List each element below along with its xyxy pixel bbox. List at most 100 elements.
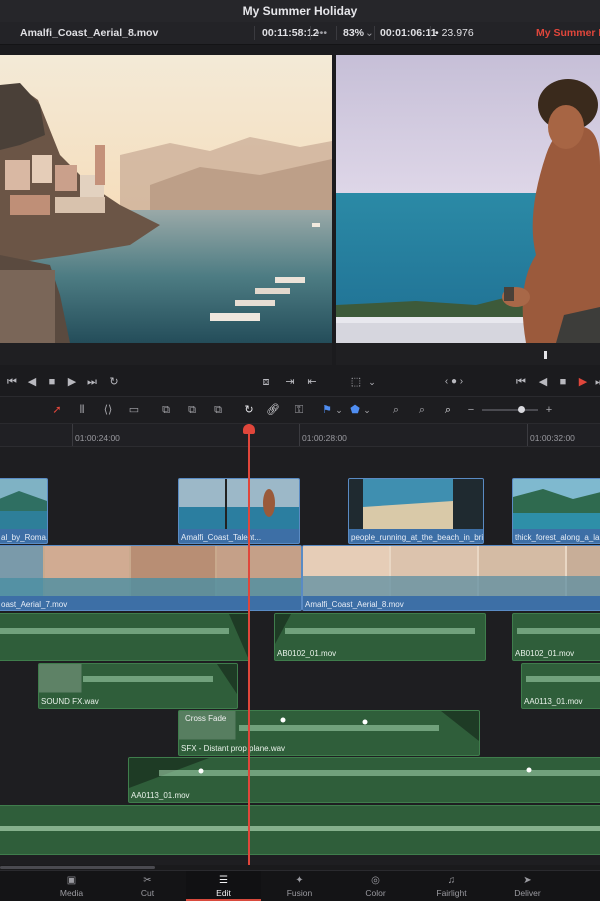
audio-clip[interactable]: AB0102_01.mov xyxy=(512,613,600,661)
insert-clip-icon[interactable]: ⧉ xyxy=(156,402,176,418)
reverse-button[interactable]: ◀ xyxy=(24,374,40,390)
zoom-custom-icon[interactable]: ⌕ xyxy=(438,402,458,418)
selection-tool-icon[interactable]: ➚ xyxy=(50,402,64,418)
clip-label: AA0113_01.mov xyxy=(524,697,583,706)
stop-button[interactable]: ■ xyxy=(555,374,571,390)
page-navigation: ▣ Media ✂ Cut ☰ Edit ✦ Fusion ◎ Color ♫ … xyxy=(0,870,600,901)
app-title: My Summer Holiday xyxy=(0,0,600,23)
next-clip-button[interactable]: ⏭ xyxy=(84,374,100,390)
playhead[interactable] xyxy=(248,424,250,865)
timeline-viewer[interactable] xyxy=(336,55,600,343)
play-button[interactable]: ▶ xyxy=(575,374,591,390)
video-clip[interactable]: thick_forest_along_a_lake_... xyxy=(512,478,600,544)
edit-icon: ☰ xyxy=(219,875,228,886)
audio-clip[interactable]: Cross Fade SFX - Distant prop plane.wav xyxy=(178,710,480,756)
page-deliver[interactable]: ➤ Deliver xyxy=(490,871,565,901)
edit-toolbar: ➚ ⫴ ⟨⟩ ▭ ⧉ ⧉ ⧉ ↻ 🔗︎ ⚿ ⚑ ⌄ ⬟ ⌄ ⌕ ⌕ ⌕ − + xyxy=(0,397,600,424)
playhead-handle[interactable] xyxy=(243,424,255,434)
audio-clip[interactable] xyxy=(0,805,600,855)
audio-clip[interactable]: AA0113_01.mov xyxy=(128,757,600,803)
trim-tool-icon[interactable]: ⫴ xyxy=(72,402,92,418)
audio-clip[interactable]: AA0113_01.mov xyxy=(521,663,600,709)
timeline-ruler[interactable]: 01:00:24:00 01:00:28:00 01:00:32:00 xyxy=(0,424,600,447)
prev-clip-button[interactable]: ⏮ xyxy=(513,374,529,390)
scrub-marker[interactable] xyxy=(544,351,547,359)
more-options-icon[interactable]: ••• xyxy=(316,22,327,44)
zoom-full-icon[interactable]: ⌕ xyxy=(386,402,406,418)
jog-control[interactable]: ‹ ● › xyxy=(436,374,472,390)
transport-controls: ⏮ ◀ ■ ▶ ⏭ ↻ ⧈ ⇥ ⇤ ⬚ ⌄ ‹ ● › ⏮ ◀ ■ ▶ ⏭ xyxy=(0,368,600,397)
page-fusion[interactable]: ✦ Fusion xyxy=(262,871,337,901)
cross-fade-label[interactable]: Cross Fade xyxy=(185,714,226,723)
media-icon: ▣ xyxy=(66,875,77,886)
zoom-out-icon[interactable]: − xyxy=(466,402,476,418)
page-media[interactable]: ▣ Media xyxy=(34,871,109,901)
clip-label: SFX - Distant prop plane.wav xyxy=(181,744,286,753)
video-clip[interactable]: al_by_Roma... xyxy=(0,478,48,544)
clip-label: Amalfi_Coast_Aerial_8.mov xyxy=(305,600,404,609)
page-color[interactable]: ◎ Color xyxy=(338,871,413,901)
lock-icon[interactable]: ⚿ xyxy=(290,402,308,418)
zoom-level[interactable]: 83% xyxy=(343,22,364,44)
viewer-options-icon[interactable]: ⬚ xyxy=(348,374,364,390)
chevron-down-icon[interactable]: ⌄ xyxy=(364,374,380,390)
overwrite-clip-icon[interactable]: ⧉ xyxy=(182,402,202,418)
ruler-timecode: 01:00:24:00 xyxy=(75,433,120,443)
next-clip-button[interactable]: ⏭ xyxy=(592,374,600,390)
clip-label: people_running_at_the_beach_in_brig... xyxy=(351,533,484,542)
ruler-timecode: 01:00:32:00 xyxy=(530,433,575,443)
scrollbar-thumb[interactable] xyxy=(0,866,155,869)
audio-clip[interactable] xyxy=(0,613,250,661)
source-viewer[interactable] xyxy=(0,55,332,343)
viewer-header: Amalfi_Coast_Aerial_8.mov ⌄ 00:11:58:12 … xyxy=(0,22,600,45)
source-scrub-bar[interactable] xyxy=(0,343,332,365)
video-clip[interactable]: Amalfi_Coast_Talent... xyxy=(178,478,300,544)
chevron-down-icon[interactable]: ⌄ xyxy=(334,402,344,418)
chevron-down-icon[interactable]: ⌄ xyxy=(365,22,374,44)
chevron-down-icon[interactable]: ⌄ xyxy=(362,402,372,418)
marker-icon[interactable]: ⬟ xyxy=(348,402,362,418)
loop-icon[interactable]: ↻ xyxy=(106,374,122,390)
play-button[interactable]: ▶ xyxy=(64,374,80,390)
page-edit[interactable]: ☰ Edit xyxy=(186,871,261,901)
page-cut[interactable]: ✂ Cut xyxy=(110,871,185,901)
deliver-icon: ➤ xyxy=(523,875,532,886)
clip-label: SOUND FX.wav xyxy=(41,697,99,706)
audio-clip[interactable]: SOUND FX.wav xyxy=(38,663,238,709)
clip-label: al_by_Roma... xyxy=(1,533,48,542)
video-clip[interactable]: people_running_at_the_beach_in_brig... xyxy=(348,478,484,544)
prev-clip-button[interactable]: ⏮ xyxy=(4,374,20,390)
reverse-button[interactable]: ◀ xyxy=(535,374,551,390)
zoom-detail-icon[interactable]: ⌕ xyxy=(412,402,432,418)
stop-button[interactable]: ■ xyxy=(44,374,60,390)
fusion-icon: ✦ xyxy=(295,875,304,886)
dynamic-trim-icon[interactable]: ⟨⟩ xyxy=(98,402,118,418)
mark-out-icon[interactable]: ⇤ xyxy=(304,374,320,390)
timeline-name[interactable]: My Summer Holid xyxy=(536,22,600,44)
replace-clip-icon[interactable]: ⧉ xyxy=(208,402,228,418)
fairlight-icon: ♫ xyxy=(447,875,456,886)
match-frame-icon[interactable]: ⧈ xyxy=(258,374,274,390)
zoom-in-icon[interactable]: + xyxy=(544,402,554,418)
video-clip[interactable]: oast_Aerial_7.mov xyxy=(0,545,302,611)
snapping-icon[interactable]: ↻ xyxy=(240,402,258,418)
link-icon[interactable]: 🔗︎ xyxy=(264,402,282,418)
blade-tool-icon[interactable]: ▭ xyxy=(124,402,144,418)
color-icon: ◎ xyxy=(371,875,380,886)
chevron-down-icon[interactable]: ⌄ xyxy=(130,22,139,44)
ruler-timecode: 01:00:28:00 xyxy=(302,433,347,443)
zoom-slider-handle[interactable] xyxy=(518,406,525,413)
clip-label: AB0102_01.mov xyxy=(277,649,337,658)
clip-label: thick_forest_along_a_lake_... xyxy=(515,533,600,542)
video-clip[interactable]: Amalfi_Coast_Aerial_8.mov xyxy=(302,545,600,611)
timeline-tracks[interactable]: al_by_Roma... Amalfi_Coast_Talent... peo… xyxy=(0,447,600,865)
mark-in-icon[interactable]: ⇥ xyxy=(282,374,298,390)
audio-clip[interactable]: AB0102_01.mov xyxy=(274,613,486,661)
zoom-slider-track[interactable] xyxy=(482,409,538,411)
clip-label: oast_Aerial_7.mov xyxy=(1,600,68,609)
frame-rate: • 23.976 xyxy=(435,27,474,39)
timeline-scrub-bar[interactable] xyxy=(336,343,600,365)
page-fairlight[interactable]: ♫ Fairlight xyxy=(414,871,489,901)
flag-icon[interactable]: ⚑ xyxy=(320,402,334,418)
clip-label: AA0113_01.mov xyxy=(131,791,190,800)
